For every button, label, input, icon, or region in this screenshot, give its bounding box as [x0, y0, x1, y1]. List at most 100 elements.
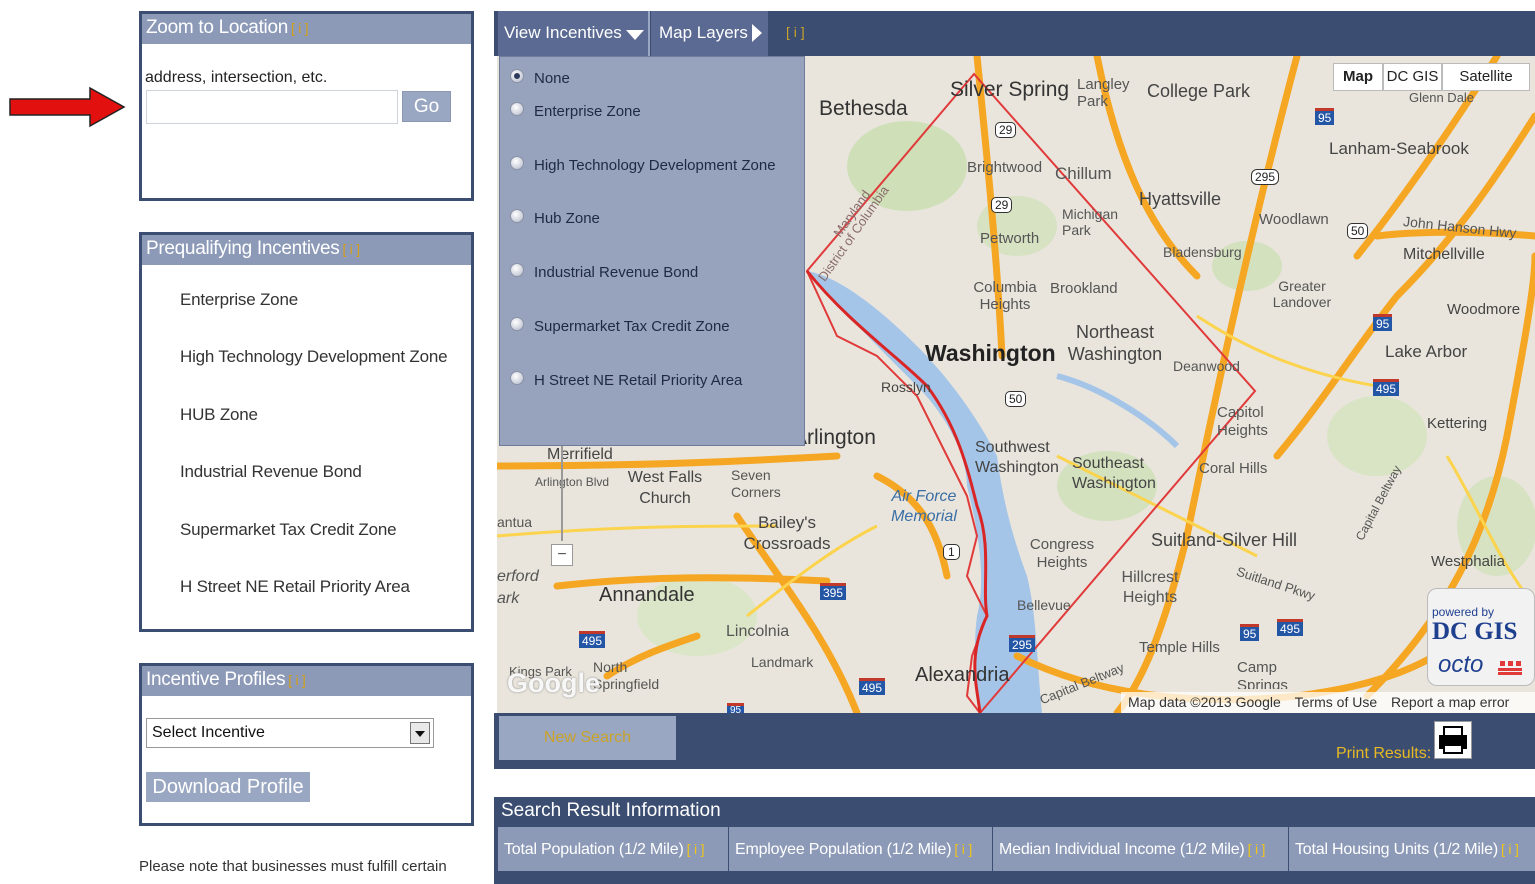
zoom-panel-header: Zoom to Location[ i ] — [142, 14, 471, 44]
map-label-college-park: College Park — [1147, 81, 1251, 101]
dc-flag-icon — [1498, 661, 1522, 675]
map-label-southwest-washington: Southwest Washington — [975, 439, 1059, 476]
option-label: Supermarket Tax Credit Zone — [534, 318, 730, 335]
google-logo: Google — [507, 668, 600, 698]
column-label: Employee Population (1/2 Mile) — [735, 841, 952, 858]
incentive-item-industrial-revenue-bond[interactable]: Industrial Revenue Bond — [180, 462, 362, 482]
search-results-title: Search Result Information — [501, 800, 721, 821]
incentives-panel-header: Prequalifying Incentives[ i ] — [142, 235, 471, 265]
map-label-petworth: Petworth — [980, 230, 1040, 247]
incentive-profiles-panel: Incentive Profiles[ i ] Select Incentive… — [139, 663, 474, 826]
zoom-slider-track[interactable] — [561, 436, 563, 541]
column-label: Median Individual Income (1/2 Mile) — [999, 841, 1245, 858]
map-label-hillcrest: Hillcrest Heights — [1121, 569, 1179, 606]
incentive-select-value: Select Incentive — [152, 724, 265, 741]
radio-icon[interactable] — [510, 209, 524, 224]
map-label-annandale: Annandale — [599, 584, 695, 606]
download-profile-button[interactable]: Download Profile — [146, 772, 310, 802]
incentive-item-supermarket[interactable]: Supermarket Tax Credit Zone — [180, 520, 397, 540]
address-input[interactable] — [146, 90, 398, 124]
map-label-lanham: Lanham-Seabrook — [1329, 139, 1469, 158]
incentive-item-hub-zone[interactable]: HUB Zone — [180, 405, 258, 425]
map-label-langley-park: Langley Park — [1077, 76, 1130, 110]
incentives-info-icon[interactable]: [ i ] — [342, 241, 359, 257]
profiles-panel-title: Incentive Profiles — [146, 669, 286, 690]
route-shield: 395 — [820, 583, 847, 600]
map-label-washington: Washington — [925, 340, 1056, 366]
dcgis-logo: powered by DC GIS octo — [1427, 588, 1535, 686]
printer-icon[interactable] — [1434, 721, 1472, 759]
map-label-woodlawn: Woodlawn — [1259, 211, 1329, 228]
zoom-out-button[interactable]: − — [551, 544, 573, 566]
column-info-icon[interactable]: [ i ] — [1501, 841, 1519, 857]
zoom-panel-title: Zoom to Location — [146, 17, 289, 38]
incentive-option-hub-zone[interactable]: Hub Zone — [510, 209, 600, 227]
map-label-air-force: Air Force Memorial — [891, 488, 957, 525]
footnote-text: Please note that businesses must fulfill… — [139, 858, 447, 875]
map-label-chillum: Chillum — [1055, 164, 1112, 183]
map-type-dcgis-button[interactable]: DC GIS — [1383, 63, 1442, 91]
view-incentives-label: View Incentives — [504, 23, 622, 42]
incentive-item-h-street[interactable]: H Street NE Retail Priority Area — [180, 577, 410, 597]
map-label-northeast-washington: Northeast Washington — [1067, 322, 1163, 364]
map-label-park: ark — [497, 590, 520, 607]
search-results-panel: Search Result Information Total Populati… — [494, 797, 1535, 884]
radio-icon[interactable] — [510, 317, 524, 332]
column-info-icon[interactable]: [ i ] — [1248, 841, 1266, 857]
chevron-down-icon[interactable] — [410, 722, 430, 744]
map-type-map-button[interactable]: Map — [1333, 63, 1383, 91]
map-label-capitol-heights: Capitol Heights — [1217, 404, 1268, 439]
radio-icon[interactable] — [510, 263, 524, 278]
map-label-bellevue: Bellevue — [1017, 597, 1071, 613]
annotation-arrow-left — [9, 86, 126, 128]
report-map-error-link[interactable]: Report a map error — [1391, 694, 1509, 710]
toolbar-info-icon[interactable]: [ i ] — [786, 24, 805, 40]
map-label-temple-hills: Temple Hills — [1139, 639, 1220, 656]
new-search-button[interactable]: New Search — [499, 716, 676, 760]
column-median-income[interactable]: Median Individual Income (1/2 Mile)[ i ] — [993, 827, 1288, 871]
column-info-icon[interactable]: [ i ] — [687, 841, 705, 857]
incentive-option-h-street[interactable]: H Street NE Retail Priority Area — [510, 371, 742, 389]
terms-link[interactable]: Terms of Use — [1295, 694, 1377, 710]
column-total-population[interactable]: Total Population (1/2 Mile)[ i ] — [498, 827, 728, 871]
route-shield: 95 — [1315, 108, 1335, 125]
zoom-info-icon[interactable]: [ i ] — [291, 20, 308, 36]
incentive-select[interactable]: Select Incentive — [146, 718, 434, 748]
map-toolbar: View Incentives Map Layers [ i ] — [494, 11, 1535, 56]
map-label-brightwood: Brightwood — [967, 159, 1043, 176]
map-label-suitland: Suitland-Silver Hill — [1151, 530, 1298, 550]
column-employee-population[interactable]: Employee Population (1/2 Mile)[ i ] — [729, 827, 992, 871]
map-label-lincolnia: Lincolnia — [726, 623, 790, 640]
map-label-southeast-washington: Southeast Washington — [1072, 455, 1156, 492]
route-shield: 495 — [1373, 379, 1400, 396]
caret-right-icon — [752, 24, 762, 42]
route-shield: 295 — [1009, 635, 1036, 652]
incentive-option-high-tech[interactable]: High Technology Development Zone — [510, 156, 776, 174]
map-layers-button[interactable]: Map Layers — [651, 11, 768, 56]
map-label-greater-landover: Greater Landover — [1272, 278, 1332, 310]
incentive-option-supermarket[interactable]: Supermarket Tax Credit Zone — [510, 317, 730, 335]
incentive-item-enterprise-zone[interactable]: Enterprise Zone — [180, 290, 298, 310]
view-incentives-button[interactable]: View Incentives — [498, 11, 648, 56]
radio-icon[interactable] — [510, 69, 524, 84]
map-label-camp-springs: Camp Springs — [1237, 659, 1288, 689]
profiles-info-icon[interactable]: [ i ] — [288, 672, 305, 688]
print-results-label: Print Results: — [1336, 745, 1432, 762]
radio-icon[interactable] — [510, 156, 524, 171]
radio-icon[interactable] — [510, 102, 524, 117]
radio-icon[interactable] — [510, 371, 524, 386]
column-info-icon[interactable]: [ i ] — [954, 841, 972, 857]
route-shield: 495 — [859, 678, 886, 695]
map-label-glenn-dale: Glenn Dale — [1409, 90, 1475, 105]
incentive-option-industrial-revenue-bond[interactable]: Industrial Revenue Bond — [510, 263, 698, 281]
caret-down-icon — [626, 30, 644, 40]
map-type-satellite-button[interactable]: Satellite — [1442, 63, 1530, 91]
incentive-item-high-tech[interactable]: High Technology Development Zone — [180, 347, 448, 367]
map-label-michigan-park: Michigan Park — [1062, 206, 1119, 238]
go-button[interactable]: Go — [402, 91, 451, 122]
route-shield: 495 — [579, 631, 606, 648]
incentive-option-enterprise-zone[interactable]: Enterprise Zone — [510, 102, 641, 120]
column-total-housing-units[interactable]: Total Housing Units (1/2 Mile)[ i ] — [1289, 827, 1535, 871]
map-label-westphalia: Westphalia — [1431, 553, 1505, 570]
incentive-option-none[interactable]: None — [510, 69, 570, 87]
